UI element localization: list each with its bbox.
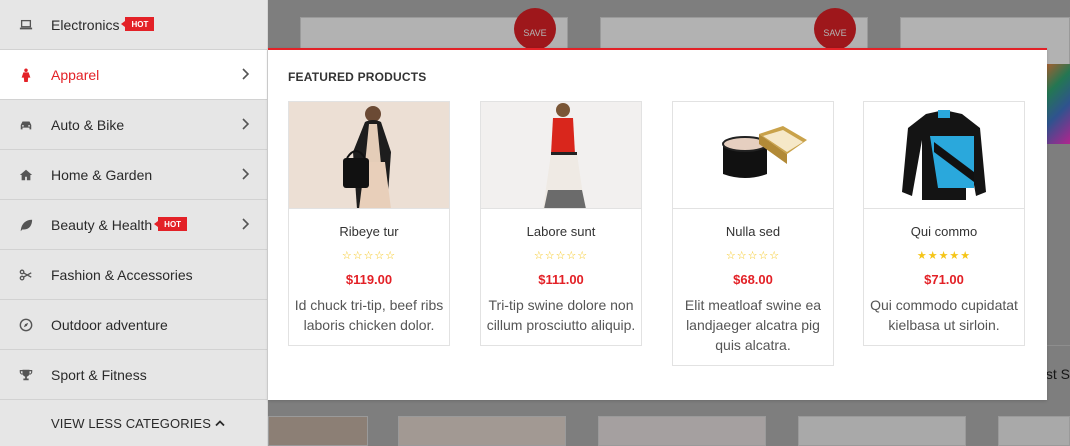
laptop-icon: [18, 17, 34, 33]
chevron-right-icon: [242, 167, 250, 181]
mega-menu-panel: FEATURED PRODUCTS Ribeye tur ☆☆☆☆☆ $119.…: [268, 48, 1047, 400]
product-price: $119.00: [345, 272, 393, 287]
star-empty-icon: ☆☆☆☆☆: [341, 250, 397, 262]
chevron-right-icon: [242, 217, 250, 231]
scissors-icon: [18, 267, 34, 283]
product-name[interactable]: Ribeye tur: [289, 224, 449, 239]
product-price: $71.00: [924, 272, 964, 287]
product-name[interactable]: Nulla sed: [673, 224, 833, 239]
product-name[interactable]: Labore sunt: [481, 224, 641, 239]
product-image[interactable]: [864, 102, 1024, 209]
product-card[interactable]: Qui commo ★★★★★ $71.00 Qui commodo cupid…: [863, 101, 1025, 346]
product-name[interactable]: Qui commo: [864, 224, 1024, 239]
category-item-outdoor-adventure[interactable]: Outdoor adventure: [0, 300, 267, 350]
product-description: Elit meatloaf swine ea landjaeger alcatr…: [684, 297, 822, 353]
chevron-up-icon: [215, 420, 225, 427]
category-label: Apparel: [51, 66, 100, 83]
category-label: Sport & Fitness: [51, 366, 147, 383]
category-item-beauty-health[interactable]: Beauty & Health HOT: [0, 200, 267, 250]
page: SAVE SAVE st S Electronics HOT Apparel A…: [0, 0, 1070, 446]
category-sidebar: Electronics HOT Apparel Auto & Bike Home…: [0, 0, 268, 446]
car-icon: [18, 117, 34, 133]
chevron-right-icon: [242, 67, 250, 81]
product-rating: ☆☆☆☆☆: [673, 251, 833, 262]
category-item-fashion-accessories[interactable]: Fashion & Accessories: [0, 250, 267, 300]
view-less-categories-button[interactable]: VIEW LESS CATEGORIES: [0, 400, 267, 446]
star-empty-icon: ☆☆☆☆☆: [533, 250, 589, 262]
category-label: Electronics: [51, 16, 120, 33]
star-empty-icon: ☆☆☆☆☆: [725, 250, 781, 262]
product-rating: ★★★★★: [864, 251, 1024, 262]
person-icon: [18, 67, 34, 83]
view-less-label: VIEW LESS CATEGORIES: [51, 415, 211, 431]
mega-menu-title: FEATURED PRODUCTS: [288, 70, 427, 84]
product-image[interactable]: [673, 102, 833, 209]
product-card[interactable]: Ribeye tur ☆☆☆☆☆ $119.00 Id chuck tri-ti…: [288, 101, 450, 346]
star-filled-icon: ★★★★★: [916, 250, 972, 262]
category-item-auto-bike[interactable]: Auto & Bike: [0, 100, 267, 150]
product-price: $111.00: [538, 272, 584, 287]
hot-badge: HOT: [154, 216, 188, 231]
product-rating: ☆☆☆☆☆: [289, 251, 449, 262]
compass-icon: [18, 317, 34, 333]
category-item-apparel[interactable]: Apparel: [0, 50, 267, 100]
category-item-sport-fitness[interactable]: Sport & Fitness: [0, 350, 267, 400]
product-description: Qui commodo cupidatat kielbasa ut sirloi…: [870, 297, 1018, 333]
trophy-icon: [18, 367, 34, 383]
product-image[interactable]: [289, 102, 449, 209]
category-item-home-garden[interactable]: Home & Garden: [0, 150, 267, 200]
leaf-icon: [18, 217, 34, 233]
home-icon: [18, 167, 34, 183]
category-label: Beauty & Health: [51, 216, 153, 233]
product-description: Id chuck tri-tip, beef ribs laboris chic…: [294, 297, 444, 333]
product-price: $68.00: [733, 272, 773, 287]
product-image[interactable]: [481, 102, 641, 209]
chevron-right-icon: [242, 117, 250, 131]
product-description: Tri-tip swine dolore non cillum prosciut…: [486, 297, 636, 333]
product-card[interactable]: Labore sunt ☆☆☆☆☆ $111.00 Tri-tip swine …: [480, 101, 642, 346]
category-label: Auto & Bike: [51, 116, 125, 133]
product-rating: ☆☆☆☆☆: [481, 251, 641, 262]
category-label: Home & Garden: [51, 166, 153, 183]
category-item-electronics[interactable]: Electronics HOT: [0, 0, 267, 50]
product-card[interactable]: Nulla sed ☆☆☆☆☆ $68.00 Elit meatloaf swi…: [672, 101, 834, 366]
category-label: Outdoor adventure: [51, 316, 168, 333]
category-label: Fashion & Accessories: [51, 266, 193, 283]
hot-badge: HOT: [121, 16, 155, 31]
